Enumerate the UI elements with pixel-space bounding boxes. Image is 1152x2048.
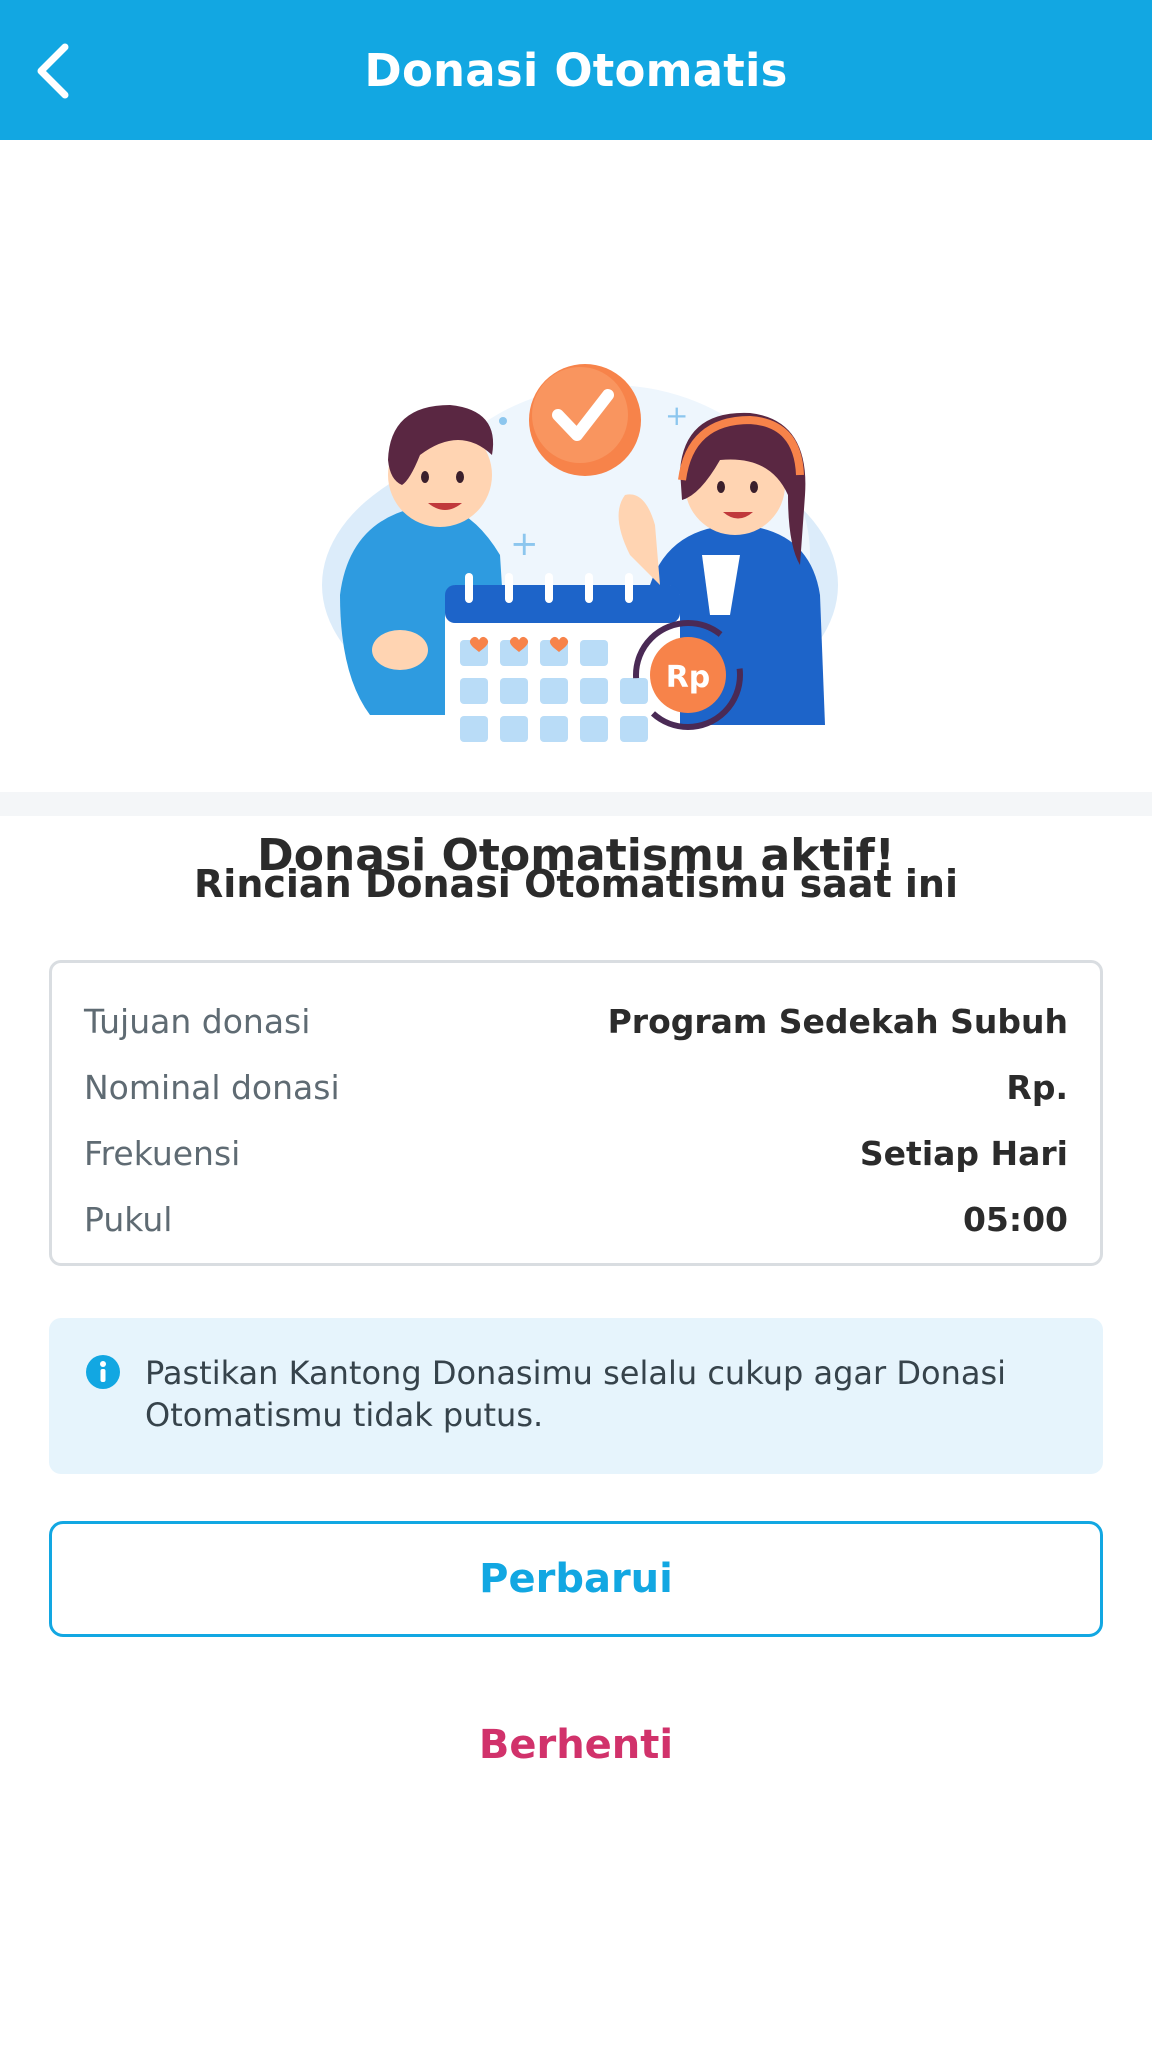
section-divider — [0, 792, 1152, 816]
stop-button-label: Berhenti — [478, 1722, 674, 1768]
notice-text: Pastikan Kantong Donasimu selalu cukup a… — [145, 1354, 1007, 1434]
page-title: Donasi Otomatis — [364, 43, 788, 97]
detail-row-time: Pukul 05:00 — [84, 1189, 1068, 1249]
rupiah-badge-label: Rp — [666, 660, 711, 695]
svg-text:+: + — [665, 399, 688, 432]
donation-details-card: Tujuan donasi Program Sedekah Subuh Nomi… — [49, 960, 1103, 1266]
detail-value: 05:00 — [962, 1199, 1068, 1239]
detail-label: Tujuan donasi — [84, 1001, 311, 1041]
detail-label: Frekuensi — [84, 1133, 241, 1173]
detail-value: Program Sedekah Subuh — [607, 1001, 1068, 1041]
info-notice: Pastikan Kantong Donasimu selalu cukup a… — [49, 1318, 1103, 1474]
details-section-title: Rincian Donasi Otomatismu saat ini — [194, 862, 958, 906]
detail-label: Pukul — [84, 1199, 173, 1239]
detail-value: Setiap Hari — [859, 1133, 1068, 1173]
detail-row-destination: Tujuan donasi Program Sedekah Subuh — [84, 991, 1068, 1051]
back-button[interactable] — [18, 36, 88, 106]
app-bar: Donasi Otomatis — [0, 0, 1152, 140]
detail-row-amount: Nominal donasi Rp. — [84, 1057, 1068, 1117]
update-button-label: Perbarui — [479, 1556, 673, 1602]
info-icon — [86, 1355, 120, 1389]
detail-label: Nominal donasi — [84, 1067, 340, 1107]
hero-section: + + Rp Donasi Otomatismu aktif! — [0, 140, 1152, 881]
detail-value: Rp. — [1006, 1067, 1068, 1107]
hero-illustration: + + Rp — [322, 364, 838, 755]
detail-row-frequency: Frekuensi Setiap Hari — [84, 1123, 1068, 1183]
update-button[interactable]: Perbarui — [49, 1521, 1103, 1637]
chevron-left-icon — [37, 43, 69, 99]
stop-button[interactable]: Berhenti — [0, 1700, 1152, 1790]
svg-text:+: + — [510, 524, 539, 564]
